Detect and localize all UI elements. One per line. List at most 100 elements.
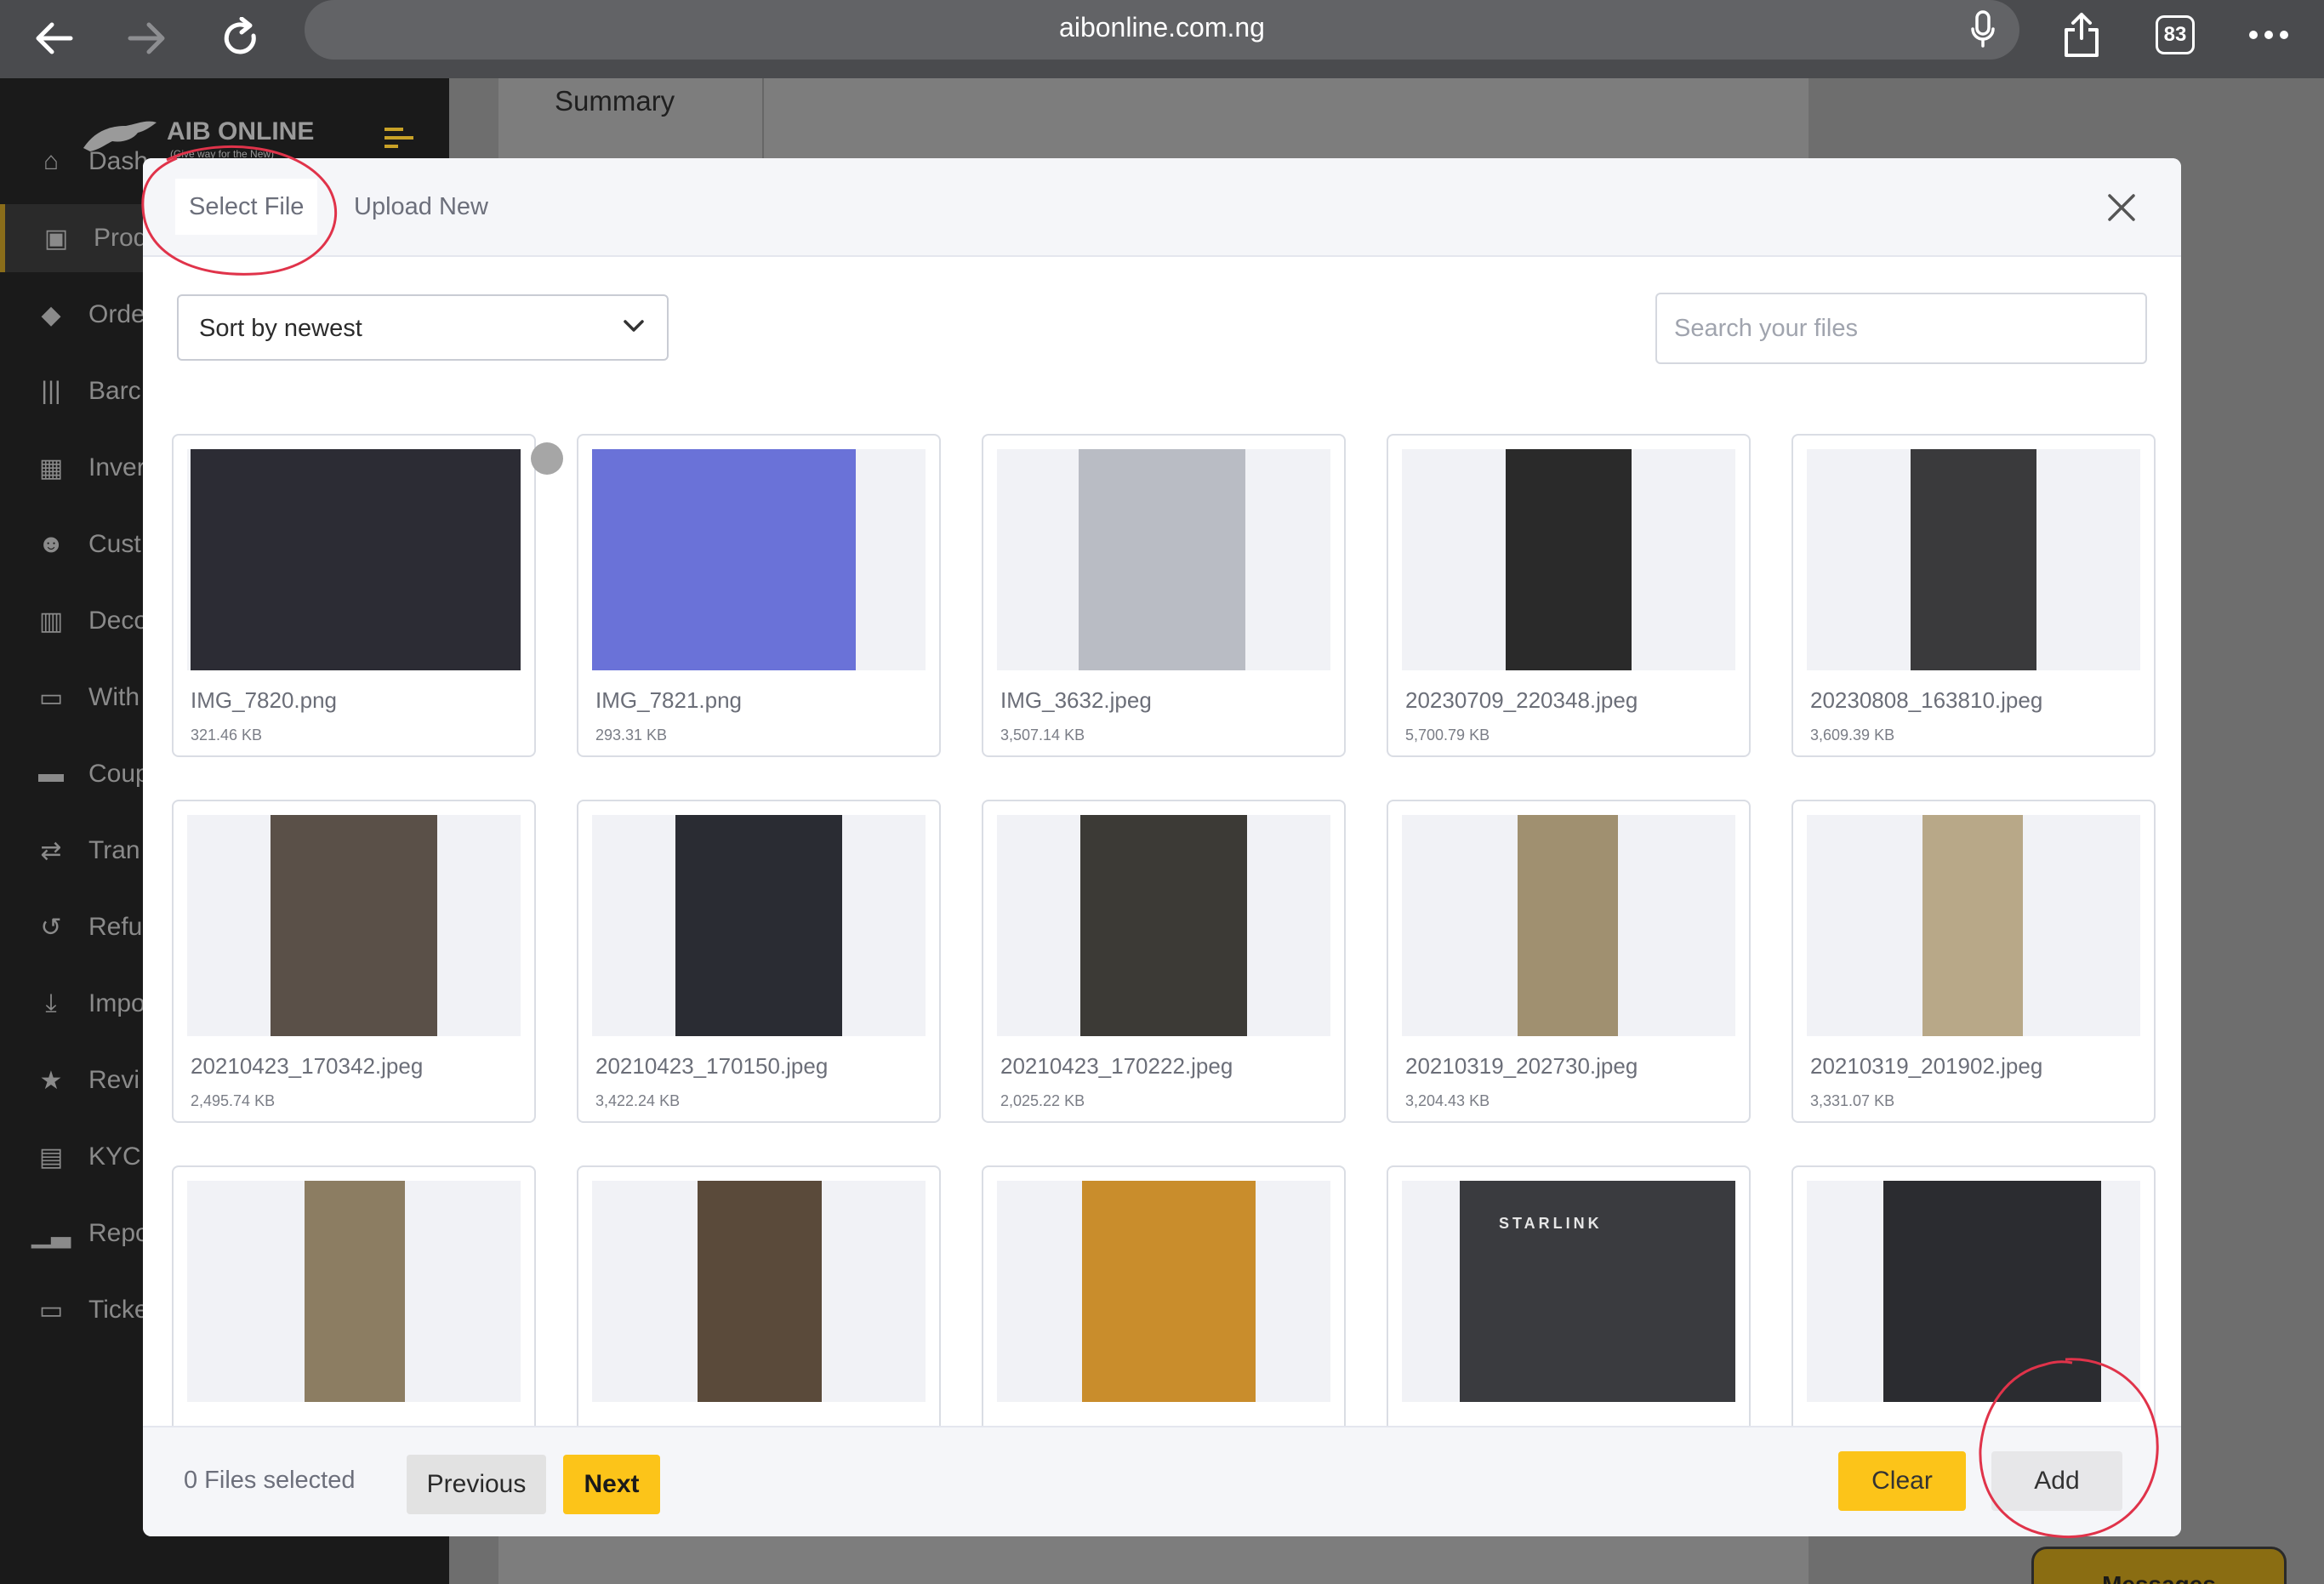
reload-icon[interactable] (211, 9, 271, 68)
ticket-icon: ▭ (38, 1296, 64, 1325)
card-icon: ▭ (38, 683, 64, 712)
file-size: 5,700.79 KB (1405, 726, 1490, 744)
back-icon[interactable] (24, 9, 83, 68)
file-size: 2,025.22 KB (1000, 1092, 1085, 1109)
file-size: 321.46 KB (191, 726, 263, 744)
file-size: 3,609.39 KB (1810, 726, 1895, 744)
sidebar-item-label: Barc (88, 377, 141, 405)
sort-dropdown[interactable]: Sort by newest (177, 294, 669, 361)
chevron-down-icon (623, 318, 645, 338)
file-card[interactable]: 20210423_170150.jpeg 3,422.24 KB (577, 800, 941, 1123)
next-button[interactable]: Next (563, 1455, 660, 1514)
sidebar-item-label: Deco (88, 607, 149, 635)
file-card[interactable]: IMG_3632.jpeg 3,507.14 KB (982, 434, 1346, 757)
file-card[interactable]: 20210319_201902.jpeg 3,331.07 KB (1791, 800, 2156, 1123)
add-button[interactable]: Add (1991, 1451, 2122, 1511)
file-name: 20230808_163810.jpeg (1810, 687, 2043, 713)
file-photo (1080, 815, 1247, 1036)
file-card[interactable]: IMG_7820.png 321.46 KB (172, 434, 536, 757)
file-name: 20210423_170342.jpeg (191, 1053, 424, 1079)
star-icon: ★ (39, 1066, 63, 1095)
sidebar-item-label: Refu (88, 913, 143, 941)
file-card[interactable]: IMG_7821.png 293.31 KB (577, 434, 941, 757)
sidebar-item-label: Inver (88, 453, 145, 481)
tabs-button[interactable]: 83 (2145, 5, 2205, 65)
refund-icon: ↺ (40, 913, 62, 942)
file-name: 20210423_170222.jpeg (1000, 1053, 1233, 1079)
file-photo (698, 1181, 822, 1402)
file-thumbnail (1402, 815, 1735, 1036)
file-name: IMG_7820.png (191, 687, 338, 713)
file-photo (1082, 1181, 1256, 1402)
sidebar-item-label: Revi (88, 1066, 140, 1094)
photo-label: STARLINK (1499, 1215, 1603, 1232)
file-card[interactable]: 20210423_170222.jpeg 2,025.22 KB (982, 800, 1346, 1123)
url-text: aibonline.com.ng (1059, 12, 1265, 43)
file-thumbnail: STARLINK (1402, 1181, 1735, 1402)
more-options-icon[interactable] (2239, 5, 2298, 65)
search-input[interactable] (1655, 293, 2147, 364)
file-photo (191, 449, 521, 670)
file-photo (592, 449, 856, 670)
barcode-icon: ||| (41, 377, 61, 405)
forward-icon[interactable] (117, 9, 177, 68)
previous-button[interactable]: Previous (407, 1455, 546, 1514)
file-photo (1883, 1181, 2101, 1402)
home-icon: ⌂ (43, 147, 60, 175)
share-icon[interactable] (2052, 5, 2111, 65)
file-photo: STARLINK (1460, 1181, 1735, 1402)
sort-selected-value: Sort by newest (199, 315, 362, 342)
microphone-icon[interactable] (1970, 10, 1996, 54)
file-photo (675, 815, 842, 1036)
file-name: 20210319_202730.jpeg (1405, 1053, 1638, 1079)
file-size: 2,495.74 KB (191, 1092, 276, 1109)
file-size: 293.31 KB (595, 726, 668, 744)
summary-heading: Summary (555, 85, 675, 117)
sidebar-item-label: Cust (88, 530, 141, 558)
sidebar-item-label: Prod (94, 224, 148, 252)
close-icon[interactable] (2105, 191, 2139, 225)
file-card[interactable]: 20230808_163810.jpeg 3,609.39 KB (1791, 434, 2156, 757)
tab-upload-new[interactable]: Upload New (340, 179, 502, 235)
files-selected-count: 0 Files selected (184, 1467, 356, 1494)
sidebar-item-label: With (88, 683, 140, 711)
file-card[interactable]: 20210319_202730.jpeg 3,204.43 KB (1387, 800, 1751, 1123)
sidebar-item-label: Tran (88, 836, 140, 864)
file-thumbnail (592, 449, 926, 670)
file-thumbnail (1402, 449, 1735, 670)
file-photo (1079, 449, 1245, 670)
file-size: 3,204.43 KB (1405, 1092, 1490, 1109)
file-thumbnail (997, 815, 1330, 1036)
messages-button[interactable]: Messages (2031, 1547, 2287, 1584)
file-thumbnail (1807, 815, 2140, 1036)
file-photo (1518, 815, 1618, 1036)
file-photo (1911, 449, 2036, 670)
sidebar-item-label: Coup (88, 760, 150, 788)
tab-select-file[interactable]: Select File (175, 179, 318, 235)
file-grid: IMG_7820.png 321.46 KB IMG_7821.png 293.31 … (143, 422, 2181, 1536)
sidebar-item-label: KYC (88, 1142, 141, 1171)
file-name: 20210319_201902.jpeg (1810, 1053, 2043, 1079)
users-icon: ☻ (37, 530, 65, 558)
file-photo (305, 1181, 405, 1402)
file-thumbnail (1807, 1181, 2140, 1402)
address-bar[interactable]: aibonline.com.ng (305, 0, 2019, 60)
select-indicator-icon[interactable] (531, 442, 563, 475)
file-thumbnail (187, 815, 521, 1036)
sidebar-item-label: Dash (88, 147, 149, 175)
chart-icon: ▁▃ (31, 1219, 71, 1248)
file-name: IMG_3632.jpeg (1000, 687, 1152, 713)
file-thumbnail (1807, 449, 2140, 670)
file-thumbnail (997, 449, 1330, 670)
file-thumbnail (997, 1181, 1330, 1402)
file-size: 3,422.24 KB (595, 1092, 681, 1109)
tab-count: 83 (2156, 15, 2195, 54)
file-thumbnail (187, 449, 521, 670)
file-card[interactable]: 20210423_170342.jpeg 2,495.74 KB (172, 800, 536, 1123)
file-photo (1922, 815, 2023, 1036)
file-card[interactable]: 20230709_220348.jpeg 5,700.79 KB (1387, 434, 1751, 757)
file-name: 20230709_220348.jpeg (1405, 687, 1638, 713)
clear-button[interactable]: Clear (1838, 1451, 1966, 1511)
file-thumbnail (592, 815, 926, 1036)
sidebar-item-label: Repo (88, 1219, 150, 1247)
